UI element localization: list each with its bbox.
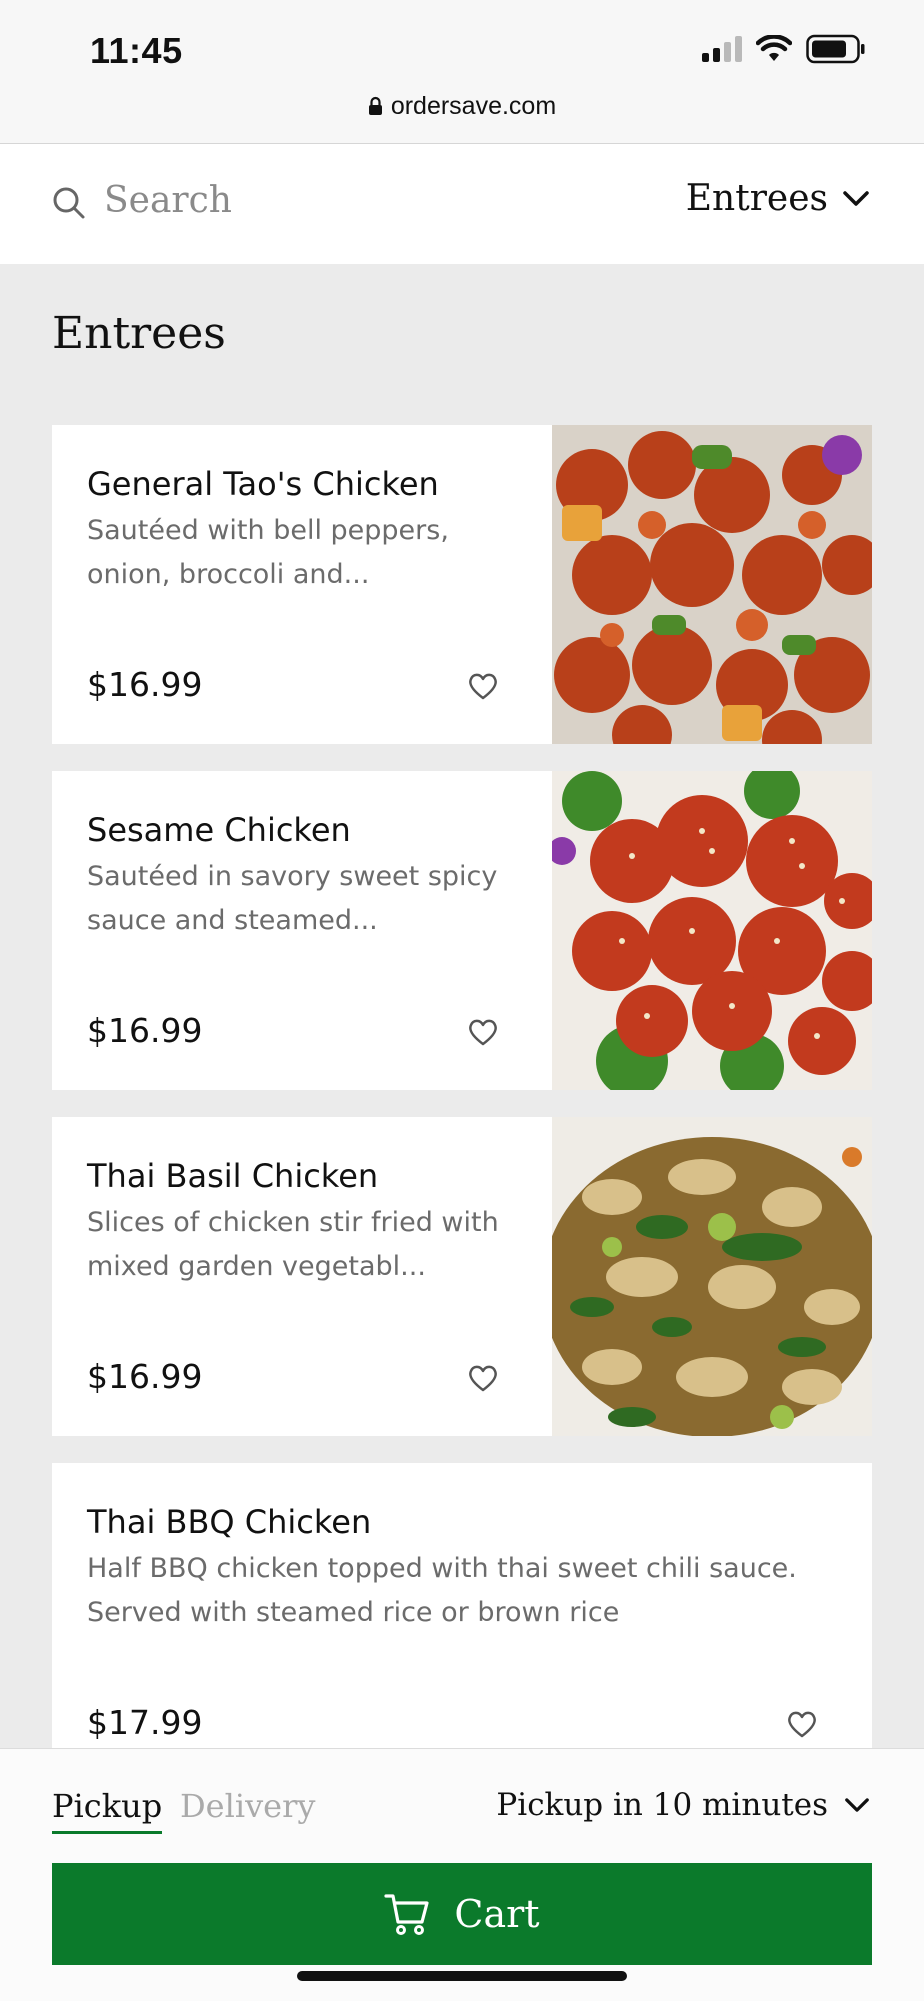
item-description: Sautéed with bell peppers, onion, brocco… bbox=[87, 515, 449, 590]
item-description: Half BBQ chicken topped with thai sweet … bbox=[87, 1553, 797, 1628]
tab-delivery[interactable]: Delivery bbox=[180, 1787, 315, 1825]
item-photo bbox=[552, 1117, 872, 1436]
item-description: Sautéed in savory sweet spicy sauce and … bbox=[87, 861, 498, 936]
url-text: ordersave.com bbox=[390, 92, 557, 120]
browser-status-bar: 11:45 ordersave.com bbox=[0, 0, 924, 144]
favorite-heart-icon[interactable] bbox=[786, 1709, 818, 1739]
item-price: $16.99 bbox=[87, 1357, 203, 1396]
item-name: Thai Basil Chicken bbox=[87, 1157, 379, 1195]
home-indicator bbox=[297, 1971, 627, 1981]
lock-icon bbox=[368, 96, 382, 115]
item-photo bbox=[552, 771, 872, 1090]
cart-label: Cart bbox=[454, 1892, 540, 1936]
address-bar[interactable]: ordersave.com bbox=[0, 92, 924, 121]
cart-icon bbox=[384, 1894, 430, 1935]
search-icon[interactable] bbox=[52, 186, 86, 220]
item-name: Thai BBQ Chicken bbox=[87, 1503, 372, 1541]
item-photo bbox=[552, 425, 872, 744]
category-dropdown[interactable]: Entrees bbox=[686, 178, 870, 219]
item-price: $17.99 bbox=[87, 1703, 203, 1742]
tab-pickup[interactable]: Pickup bbox=[52, 1787, 163, 1834]
wifi-icon bbox=[756, 35, 792, 61]
system-icons bbox=[702, 34, 866, 64]
chevron-down-icon bbox=[845, 1797, 869, 1812]
search-input[interactable]: Search bbox=[104, 180, 232, 221]
menu-item-card[interactable]: Sesame Chicken Sautéed in savory sweet s… bbox=[52, 771, 872, 1090]
item-price: $16.99 bbox=[87, 665, 203, 704]
cellular-signal-icon bbox=[702, 36, 742, 62]
item-name: General Tao's Chicken bbox=[87, 465, 439, 503]
search-bar: Search Entrees bbox=[0, 144, 924, 264]
item-price: $16.99 bbox=[87, 1011, 203, 1050]
menu-item-card[interactable]: General Tao's Chicken Sautéed with bell … bbox=[52, 425, 872, 744]
menu-item-card[interactable]: Thai Basil Chicken Slices of chicken sti… bbox=[52, 1117, 872, 1436]
item-name: Sesame Chicken bbox=[87, 811, 351, 849]
category-label: Entrees bbox=[685, 178, 828, 219]
battery-icon bbox=[806, 34, 865, 64]
section-title: Entrees bbox=[52, 308, 226, 359]
menu-item-card[interactable]: Thai BBQ Chicken Half BBQ chicken topped… bbox=[52, 1463, 872, 1782]
favorite-heart-icon[interactable] bbox=[467, 1017, 499, 1047]
clock: 11:45 bbox=[90, 30, 183, 71]
cart-button[interactable]: Cart bbox=[52, 1863, 872, 1965]
pickup-time-dropdown[interactable]: Pickup in 10 minutes bbox=[496, 1787, 870, 1823]
favorite-heart-icon[interactable] bbox=[467, 671, 499, 701]
item-description: Slices of chicken stir fried with mixed … bbox=[87, 1207, 499, 1282]
order-bar: Pickup Delivery Pickup in 10 minutes Car… bbox=[0, 1748, 924, 2001]
pickup-time-label: Pickup in 10 minutes bbox=[496, 1787, 828, 1823]
favorite-heart-icon[interactable] bbox=[467, 1363, 499, 1393]
chevron-down-icon bbox=[843, 190, 869, 206]
